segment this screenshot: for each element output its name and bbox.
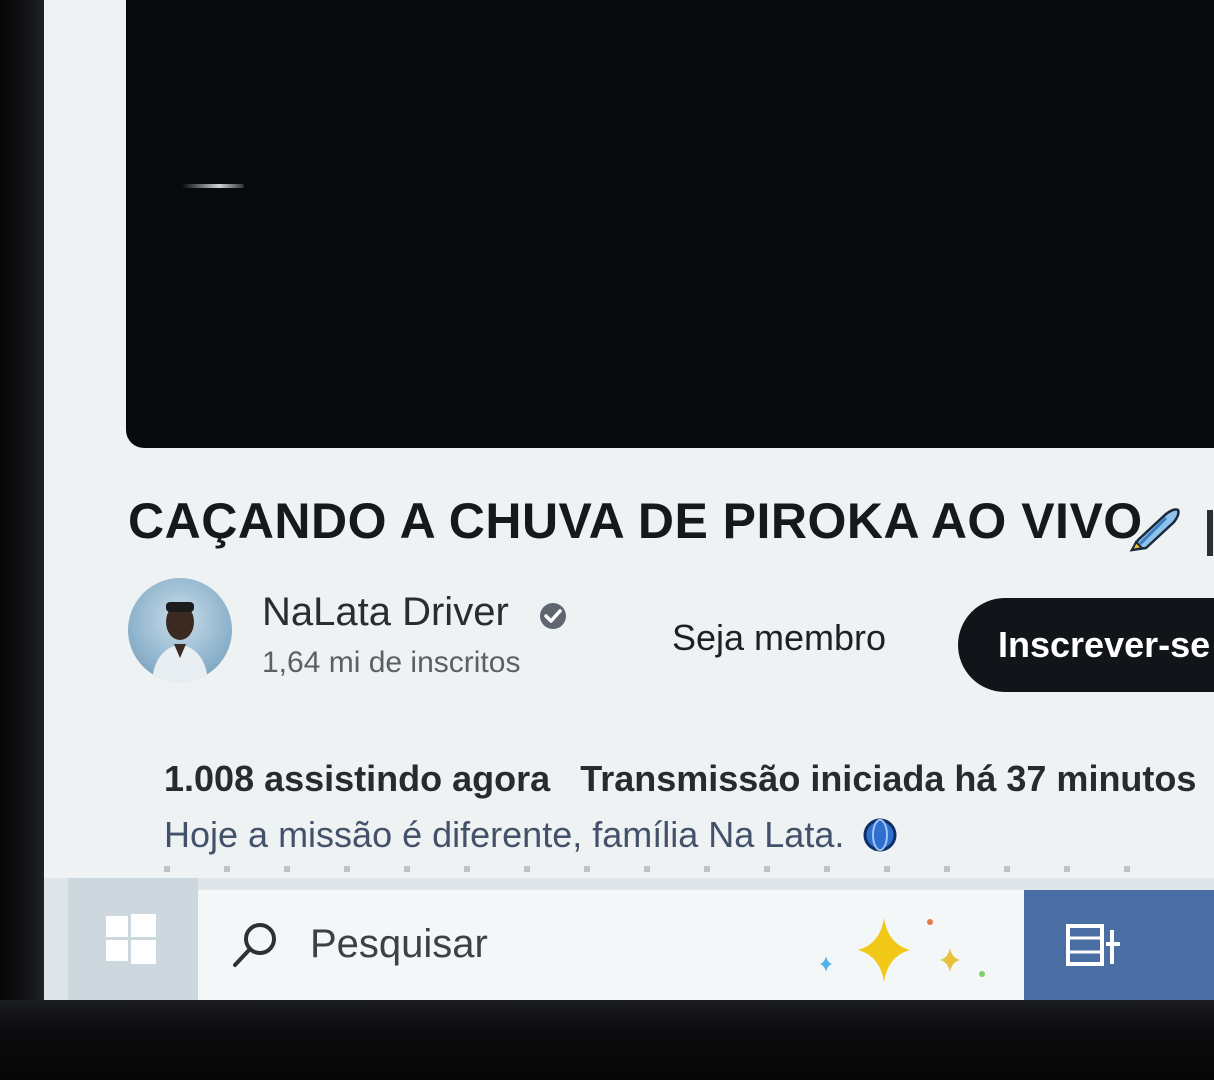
- windows-taskbar: Pesquisar: [44, 878, 1214, 1000]
- rocket-icon: [1129, 508, 1180, 552]
- channel-name[interactable]: NaLata Driver: [262, 590, 509, 635]
- verified-badge-icon: [540, 603, 566, 629]
- globe-icon: [863, 818, 897, 852]
- live-viewers: 1.008 assistindo agora: [164, 758, 551, 799]
- description-meta: 1.008 assistindo agora Transmissão inici…: [164, 758, 1214, 800]
- stream-started: Transmissão iniciada há 37 minutos: [580, 758, 1197, 799]
- description-cutoff-line: [164, 866, 1164, 872]
- avatar-person-icon: [152, 602, 208, 682]
- description-text-line: Hoje a missão é diferente, família Na La…: [164, 814, 898, 856]
- taskbar-search[interactable]: Pesquisar: [198, 890, 1024, 1000]
- monitor-bezel-left: [0, 0, 44, 1080]
- join-button[interactable]: Seja membro: [664, 608, 894, 668]
- sparkle-icon: [820, 918, 985, 982]
- description-box[interactable]: 1.008 assistindo agora Transmissão inici…: [140, 740, 1214, 880]
- video-player[interactable]: [126, 0, 1214, 448]
- windows-logo-icon: [106, 914, 156, 964]
- search-icon: [233, 923, 276, 967]
- search-placeholder: Pesquisar: [310, 922, 488, 966]
- video-title: CAÇANDO A CHUVA DE PIROKA AO VIVO: [128, 493, 1143, 549]
- subscribe-button[interactable]: Inscrever-se: [958, 598, 1214, 692]
- youtube-watch-page: CAÇANDO A CHUVA DE PIROKA AO VIVO NaLata…: [44, 0, 1214, 880]
- task-view-button[interactable]: [1024, 890, 1214, 1000]
- title-overflow-mark: [1207, 510, 1213, 556]
- subscriber-count: 1,64 mi de inscritos: [262, 646, 521, 679]
- monitor-bezel-bottom: [0, 1000, 1214, 1080]
- start-button[interactable]: [68, 878, 198, 1000]
- description-text: Hoje a missão é diferente, família Na La…: [164, 814, 845, 855]
- screen: CAÇANDO A CHUVA DE PIROKA AO VIVO NaLata…: [44, 0, 1214, 1000]
- channel-avatar[interactable]: [128, 578, 232, 682]
- task-view-icon: [1066, 924, 1120, 966]
- video-frame-glint: [182, 184, 244, 188]
